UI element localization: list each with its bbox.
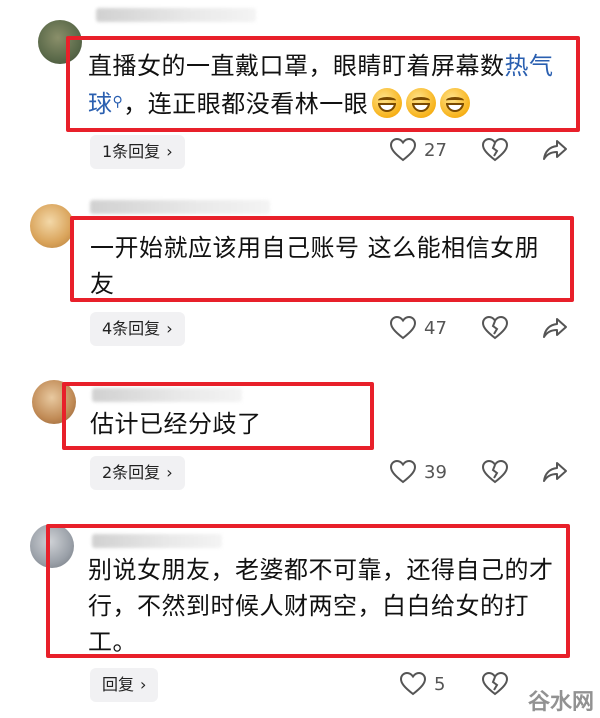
dislike-button[interactable] — [482, 138, 508, 162]
comment-2: 一开始就应该用自己账号 这么能相信女朋友 4条回复 › 47 — [0, 190, 600, 360]
username-blurred — [96, 8, 256, 22]
heart-outline-icon — [390, 460, 416, 484]
share-button[interactable] — [542, 316, 568, 340]
watermark: 谷水网 — [528, 684, 594, 716]
broken-heart-icon — [482, 672, 508, 696]
like-count: 47 — [424, 317, 447, 339]
view-replies-button[interactable]: 2条回复 › — [90, 456, 185, 490]
reply-label: 2条回复 — [102, 463, 161, 482]
heart-outline-icon — [390, 138, 416, 162]
like-button[interactable]: 5 — [400, 672, 445, 696]
share-arrow-icon — [543, 140, 567, 160]
view-replies-button[interactable]: 1条回复 › — [90, 135, 185, 169]
reply-label: 回复 — [102, 675, 135, 694]
avatar[interactable] — [30, 204, 74, 248]
laugh-emoji-icon — [440, 88, 471, 118]
chevron-right-icon: › — [166, 142, 173, 161]
reply-label: 1条回复 — [102, 142, 161, 161]
like-count: 5 — [434, 673, 446, 695]
share-button[interactable] — [542, 138, 568, 162]
share-button[interactable] — [542, 460, 568, 484]
chevron-right-icon: › — [166, 319, 173, 338]
broken-heart-icon — [482, 460, 508, 484]
broken-heart-icon — [482, 138, 508, 162]
username-blurred — [90, 200, 270, 214]
like-count: 39 — [424, 461, 447, 483]
comment-text: 一开始就应该用自己账号 这么能相信女朋友 — [90, 234, 540, 298]
comment-text: 直播女的一直戴口罩，眼睛盯着屏幕数热气球⚲，连正眼都没看林一眼 — [88, 48, 568, 122]
view-replies-button[interactable]: 4条回复 › — [90, 312, 185, 346]
broken-heart-icon — [482, 316, 508, 340]
watermark-text: 谷水网 — [527, 690, 594, 715]
comment-text-part: ，连正眼都没看林一眼 — [123, 90, 369, 118]
comment-3: 估计已经分歧了 2条回复 › 39 — [0, 372, 600, 502]
dislike-button[interactable] — [482, 316, 508, 340]
comment-text-part: 直播女的一直戴口罩，眼睛盯着屏幕数 — [88, 52, 505, 80]
dislike-button[interactable] — [482, 460, 508, 484]
chevron-right-icon: › — [140, 675, 147, 694]
comment-4: 别说女朋友，老婆都不可靠，还得自己的才行，不然到时候人财两空，白白给女的打工。 … — [0, 514, 600, 718]
share-arrow-icon — [543, 318, 567, 338]
comment-text: 估计已经分歧了 — [90, 410, 262, 438]
like-count: 27 — [424, 139, 447, 161]
heart-outline-icon — [390, 316, 416, 340]
search-icon[interactable]: ⚲ — [113, 94, 124, 110]
heart-outline-icon — [400, 672, 426, 696]
reply-label: 4条回复 — [102, 319, 161, 338]
laugh-emoji-icon — [406, 88, 437, 118]
reply-button[interactable]: 回复 › — [90, 668, 159, 702]
chevron-right-icon: › — [166, 463, 173, 482]
like-button[interactable]: 39 — [390, 460, 447, 484]
like-button[interactable]: 47 — [390, 316, 447, 340]
comment-1: 直播女的一直戴口罩，眼睛盯着屏幕数热气球⚲，连正眼都没看林一眼 1条回复 › 27 — [0, 0, 600, 180]
comment-text: 别说女朋友，老婆都不可靠，还得自己的才行，不然到时候人财两空，白白给女的打工。 — [88, 556, 554, 656]
dislike-button[interactable] — [482, 672, 508, 696]
like-button[interactable]: 27 — [390, 138, 447, 162]
laugh-emoji-icon — [372, 88, 403, 118]
share-arrow-icon — [543, 462, 567, 482]
